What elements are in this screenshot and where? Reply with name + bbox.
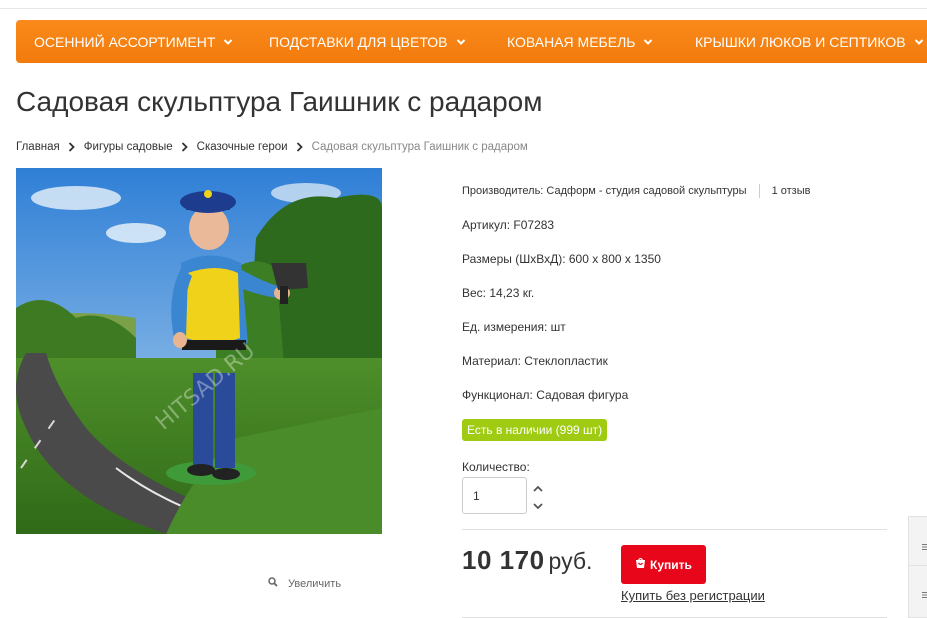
chevron-down-icon[interactable]	[532, 498, 544, 510]
divider	[909, 565, 927, 566]
menu-item-autumn[interactable]: Осенний ассортимент	[34, 34, 233, 50]
zoom-label: Увеличить	[288, 577, 342, 590]
reviews-link[interactable]: 1 отзыв	[772, 185, 811, 197]
side-panel	[908, 516, 927, 618]
material-row: Материал: Стеклопластик	[462, 354, 608, 368]
product-image[interactable]: HITSAD.RU	[16, 168, 382, 534]
top-divider	[0, 8, 927, 9]
unit-row: Ед. измерения: шт	[462, 320, 566, 334]
stock-badge: Есть в наличии (999 шт)	[462, 419, 608, 441]
breadcrumb-home[interactable]: Главная	[16, 141, 60, 153]
size-row: Размеры (ШхВхД): 600 x 800 x 1350	[462, 252, 661, 266]
menu-item-hatch-covers[interactable]: Крышки люков и септиков	[695, 34, 924, 50]
divider	[462, 529, 887, 530]
chevron-right-icon	[173, 141, 197, 153]
side-panel-button-icon[interactable]	[922, 585, 927, 598]
basket-icon	[635, 557, 646, 572]
buy-button[interactable]: Купить	[621, 545, 706, 584]
article-row: Артикул: F07283	[462, 218, 555, 232]
maker-row: Производитель: Садформ - студия садовой …	[462, 184, 810, 198]
chevron-right-icon	[60, 141, 84, 153]
maker-text[interactable]: Производитель: Садформ - студия садовой …	[462, 185, 747, 197]
menu-item-label: Крышки люков и септиков	[695, 34, 906, 50]
chevron-right-icon	[288, 141, 312, 153]
breadcrumb-garden-figures[interactable]: Фигуры садовые	[84, 141, 173, 153]
page-title: Садовая скульптура Гаишник с радаром	[16, 86, 543, 117]
chevron-down-icon	[914, 37, 924, 47]
menu-item-label: Подставки для цветов	[269, 34, 448, 50]
chevron-down-icon	[456, 37, 466, 47]
menu-item-forged-furniture[interactable]: Кованая мебель	[507, 34, 653, 50]
price-currency: руб.	[548, 548, 593, 574]
quick-buy-link[interactable]: Купить без регистрации	[621, 588, 765, 603]
chevron-up-icon[interactable]	[532, 481, 544, 492]
quantity-input[interactable]	[462, 477, 527, 514]
breadcrumb: Главная Фигуры садовые Сказочные герои С…	[16, 141, 528, 153]
breadcrumb-current: Садовая скульптура Гаишник с радаром	[311, 141, 528, 153]
side-panel-button-icon[interactable]	[922, 537, 927, 550]
quantity-label: Количество:	[462, 460, 530, 474]
chevron-down-icon	[223, 37, 233, 47]
breadcrumb-fairy-heroes[interactable]: Сказочные герои	[197, 141, 288, 153]
main-menu: Осенний ассортимент Подставки для цветов…	[16, 20, 927, 63]
menu-item-label: Кованая мебель	[507, 34, 636, 50]
function-row: Функционал: Садовая фигура	[462, 388, 629, 402]
weight-row: Вес: 14,23 кг.	[462, 286, 535, 300]
zoom-button[interactable]: Увеличить	[268, 577, 341, 590]
search-icon	[268, 577, 278, 590]
divider	[758, 184, 760, 198]
buy-label: Купить	[650, 557, 692, 572]
price-amount: 10 170	[462, 545, 545, 575]
menu-item-label: Осенний ассортимент	[34, 34, 216, 50]
chevron-down-icon	[643, 37, 653, 47]
menu-item-flower-stands[interactable]: Подставки для цветов	[269, 34, 466, 50]
price: 10 170 руб.	[462, 545, 592, 576]
